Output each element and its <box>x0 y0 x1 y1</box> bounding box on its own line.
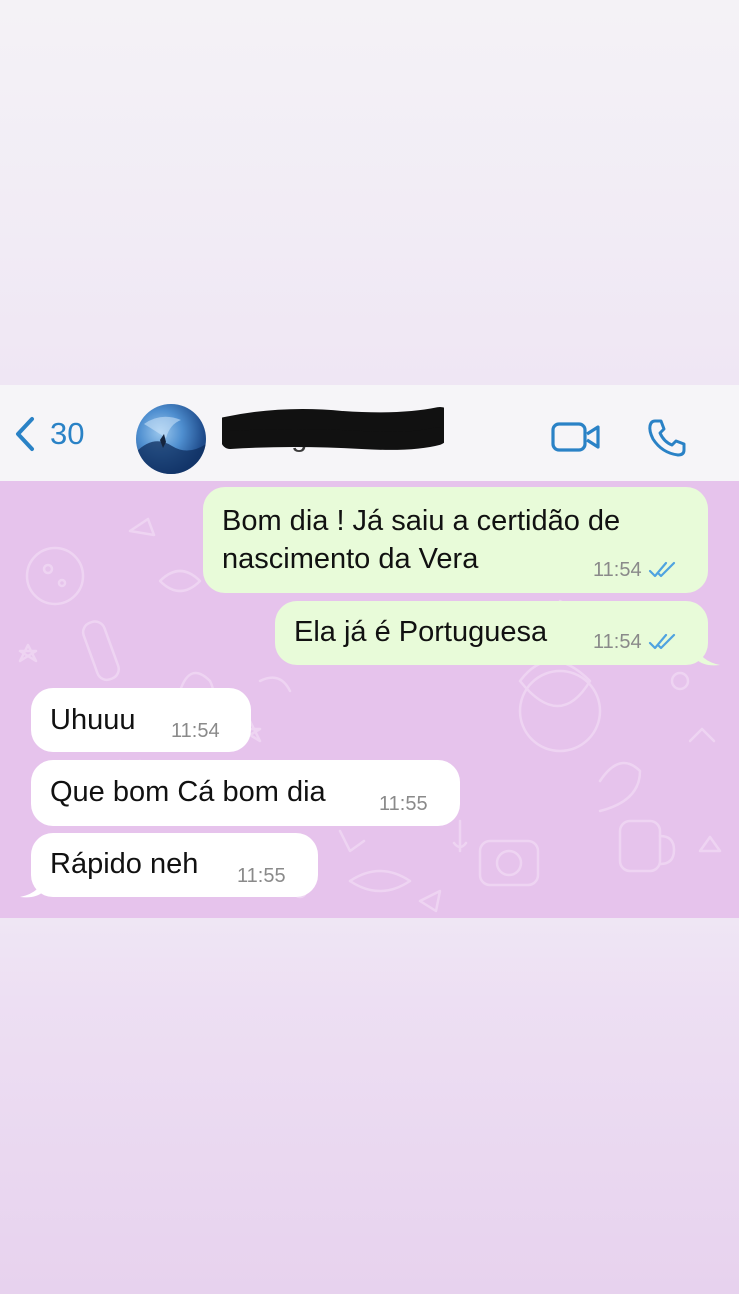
message-text: Bom dia ! Já saiu a certidão de <box>222 505 621 537</box>
video-camera-icon <box>551 422 600 452</box>
message-text: nascimento da Vera <box>222 543 479 575</box>
read-ticks-icon <box>648 633 675 650</box>
message-time: 11:55 <box>237 865 286 887</box>
avatar-image <box>136 416 206 474</box>
chevron-left-icon <box>16 417 34 451</box>
back-button[interactable]: 30 <box>14 417 84 451</box>
contact-name[interactable]: Rodrigo vera <box>222 420 388 454</box>
video-call-button[interactable] <box>551 420 601 459</box>
message-outgoing[interactable]: Bom dia ! Já saiu a certidão de nascimen… <box>203 487 708 593</box>
unread-count: 30 <box>50 416 85 451</box>
message-time: 11:54 <box>593 559 642 581</box>
message-text: Ela já é Portuguesa <box>294 616 548 648</box>
voice-call-button[interactable] <box>646 417 688 464</box>
message-time: 11:54 <box>593 631 642 653</box>
message-meta: 11:54 <box>593 559 678 581</box>
message-time: 11:54 <box>171 720 220 742</box>
avatar[interactable] <box>136 404 206 474</box>
message-text: Que bom Cá bom dia <box>50 776 326 808</box>
message-time: 11:55 <box>379 793 428 815</box>
chat-area[interactable]: Bom dia ! Já saiu a certidão de nascimen… <box>0 481 739 918</box>
message-text: Uhuuu <box>50 704 136 736</box>
phone-icon <box>648 419 686 457</box>
chat-header: 30 Rodrigo vera <box>0 385 739 481</box>
bubble-tail <box>696 645 720 666</box>
message-incoming[interactable]: Que bom Cá bom dia 11:55 <box>31 760 460 826</box>
message-meta: 11:54 <box>593 631 678 653</box>
message-outgoing[interactable]: Ela já é Portuguesa 11:54 <box>275 601 708 665</box>
message-incoming[interactable]: Rápido neh 11:55 <box>31 833 318 897</box>
message-text: Rápido neh <box>50 848 199 880</box>
message-incoming[interactable]: Uhuuu 11:54 <box>31 688 251 752</box>
read-ticks-icon <box>648 561 675 578</box>
bubble-tail <box>20 877 44 898</box>
